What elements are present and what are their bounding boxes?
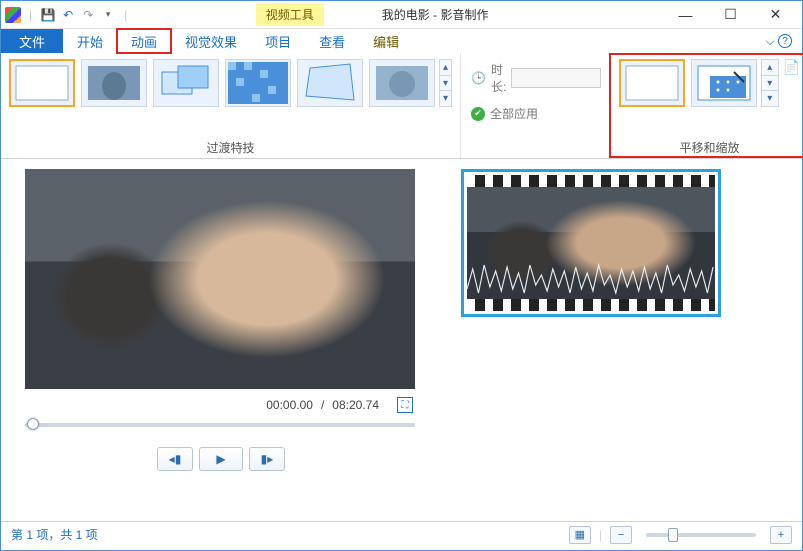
expand-gallery-icon[interactable]: ▾ (762, 91, 778, 106)
zoom-thumb[interactable] (668, 528, 678, 542)
clock-icon: 🕒 (471, 71, 486, 85)
app-logo-icon (5, 7, 21, 23)
apply-all-icon: ✔ (471, 107, 485, 121)
minimize-button[interactable]: — (663, 2, 708, 28)
pan-zoom-none[interactable] (619, 59, 685, 107)
status-bar: 第 1 项，共 1 项 ▦ | − + (1, 521, 802, 547)
filmstrip (467, 175, 715, 311)
separator: | (124, 8, 127, 22)
ribbon-body: ▴ ▾ ▾ 过渡特技 🕒 时长: ✔ 全部应用 ▴ ▾ (1, 53, 802, 159)
transition-crossfade[interactable] (81, 59, 147, 107)
play-button[interactable]: ▶ (199, 447, 243, 471)
group-label-transitions: 过渡特技 (9, 137, 452, 156)
duration-input[interactable] (511, 68, 601, 88)
sprocket-bottom (467, 299, 715, 311)
apply-all-row[interactable]: ✔ 全部应用 (471, 105, 600, 122)
pan-zoom-gallery (619, 59, 757, 107)
tab-animation[interactable]: 动画 (117, 29, 171, 53)
title-bar: | 💾 ↶ ↷ ▾ | 视频工具 我的电影 - 影音制作 — ☐ ✕ (1, 1, 802, 29)
tab-edit[interactable]: 编辑 (359, 29, 413, 53)
group-properties: 🕒 时长: ✔ 全部应用 (461, 53, 611, 158)
next-frame-button[interactable]: ▮▸ (249, 447, 285, 471)
view-mode-button[interactable]: ▦ (569, 526, 591, 544)
pan-zoom-options-icon[interactable]: 📄 (783, 59, 800, 76)
qat-more-icon[interactable]: ▾ (100, 7, 116, 23)
chevron-down-icon: ⌵ (766, 34, 775, 49)
tab-view[interactable]: 查看 (305, 29, 359, 53)
status-text: 第 1 项，共 1 项 (11, 526, 98, 543)
seek-bar[interactable] (25, 423, 415, 427)
ribbon-collapse[interactable]: ⌵ ? (756, 29, 802, 53)
quick-access-toolbar: | 💾 ↶ ↷ ▾ | (5, 7, 131, 23)
redo-icon[interactable]: ↷ (80, 7, 96, 23)
window-controls: — ☐ ✕ (663, 2, 798, 28)
transition-slide[interactable] (153, 59, 219, 107)
tab-file[interactable]: 文件 (1, 29, 63, 53)
group-label-pan-zoom: 平移和缩放 (619, 137, 800, 156)
timeline-clip[interactable] (461, 169, 721, 317)
transition-pixelate[interactable] (225, 59, 291, 107)
zoom-out-button[interactable]: − (610, 526, 632, 544)
scroll-down-icon[interactable]: ▾ (762, 76, 778, 92)
zoom-in-button[interactable]: + (770, 526, 792, 544)
time-sep: / (321, 398, 324, 412)
tab-start[interactable]: 开始 (63, 29, 117, 53)
document-title: 我的电影 - 影音制作 (382, 6, 489, 23)
gallery-more[interactable]: ▴ ▾ ▾ (439, 59, 452, 107)
group-pan-zoom: ▴ ▾ ▾ 📄 平移和缩放 (611, 53, 803, 158)
duration-label: 时长: (491, 61, 506, 95)
separator: | (29, 8, 32, 22)
video-preview[interactable] (25, 169, 415, 389)
group-transitions: ▴ ▾ ▾ 过渡特技 (1, 53, 461, 158)
time-display: 00:00.00 / 08:20.74 ⛶ (25, 397, 417, 413)
pan-zoom-auto[interactable] (691, 59, 757, 107)
fullscreen-icon[interactable]: ⛶ (397, 397, 413, 413)
scroll-up-icon[interactable]: ▴ (440, 60, 451, 76)
duration-row: 🕒 时长: (471, 61, 600, 95)
tab-visual-effects[interactable]: 视觉效果 (171, 29, 251, 53)
timeline-pane[interactable] (441, 159, 802, 521)
transition-none[interactable] (9, 59, 75, 107)
audio-waveform (467, 259, 715, 299)
help-icon[interactable]: ? (778, 34, 792, 48)
undo-icon[interactable]: ↶ (60, 7, 76, 23)
seek-thumb[interactable] (27, 418, 39, 430)
main-area: 00:00.00 / 08:20.74 ⛶ ◂▮ ▶ ▮▸ (1, 159, 802, 521)
sprocket-top (467, 175, 715, 187)
close-button[interactable]: ✕ (753, 2, 798, 28)
transitions-gallery (9, 59, 435, 107)
video-still (25, 169, 415, 389)
transition-blur[interactable] (369, 59, 435, 107)
tab-project[interactable]: 项目 (251, 29, 305, 53)
time-current: 00:00.00 (266, 398, 313, 412)
maximize-button[interactable]: ☐ (708, 2, 753, 28)
transition-flip[interactable] (297, 59, 363, 107)
zoom-slider[interactable] (646, 533, 756, 537)
apply-all-label: 全部应用 (490, 105, 538, 122)
prev-frame-button[interactable]: ◂▮ (157, 447, 193, 471)
ribbon-tab-strip: 文件 开始 动画 视觉效果 项目 查看 编辑 ⌵ ? (1, 29, 802, 53)
time-total: 08:20.74 (332, 398, 379, 412)
pan-zoom-more[interactable]: ▴ ▾ ▾ (761, 59, 779, 107)
scroll-up-icon[interactable]: ▴ (762, 60, 778, 76)
contextual-tab-header: 视频工具 (256, 3, 324, 26)
save-icon[interactable]: 💾 (40, 7, 56, 23)
preview-pane: 00:00.00 / 08:20.74 ⛶ ◂▮ ▶ ▮▸ (1, 159, 441, 521)
expand-gallery-icon[interactable]: ▾ (440, 91, 451, 106)
transport-controls: ◂▮ ▶ ▮▸ (25, 447, 417, 471)
scroll-down-icon[interactable]: ▾ (440, 76, 451, 92)
